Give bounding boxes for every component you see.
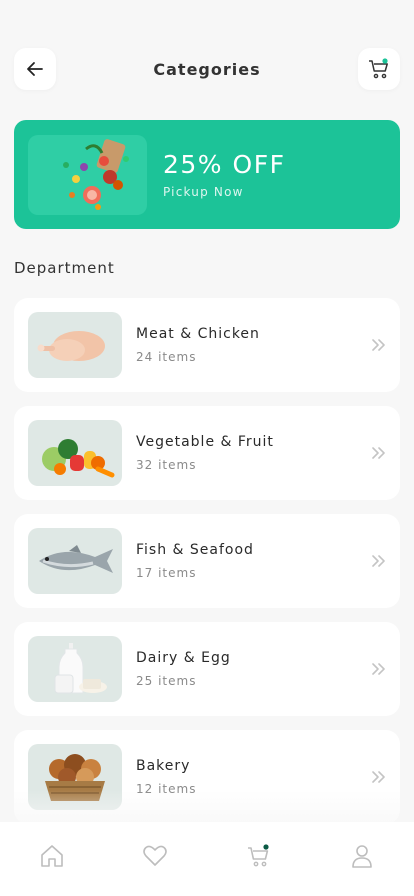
- header: Categories: [14, 48, 400, 90]
- nav-profile[interactable]: [342, 836, 382, 876]
- promo-banner[interactable]: 25% OFF Pickup Now: [14, 120, 400, 229]
- category-name: Meat & Chicken: [136, 326, 260, 342]
- promo-text: 25% OFF Pickup Now: [163, 150, 285, 199]
- category-info: Meat & Chicken 24 items: [136, 326, 260, 364]
- category-count: 25 items: [136, 674, 197, 688]
- category-count: 32 items: [136, 458, 197, 472]
- promo-image: [28, 134, 147, 215]
- category-name: Dairy & Egg: [136, 650, 231, 666]
- nav-home[interactable]: [32, 836, 72, 876]
- category-count: 17 items: [136, 566, 197, 580]
- category-name: Fish & Seafood: [136, 542, 254, 558]
- category-image: [28, 312, 122, 378]
- category-card-meat-chicken[interactable]: Meat & Chicken 24 items: [14, 298, 400, 392]
- category-image: [28, 636, 122, 702]
- promo-subtitle: Pickup Now: [163, 185, 244, 199]
- category-name: Bakery: [136, 758, 191, 774]
- category-info: Vegetable & Fruit 32 items: [136, 434, 274, 472]
- category-count: 24 items: [136, 350, 197, 364]
- category-count: 12 items: [136, 782, 197, 796]
- double-chevron-right-icon: [372, 447, 385, 459]
- category-list: Meat & Chicken 24 items Vegetable & Frui…: [14, 298, 400, 838]
- double-chevron-right-icon: [372, 339, 385, 351]
- user-icon: [352, 845, 373, 868]
- category-name: Vegetable & Fruit: [136, 434, 274, 450]
- section-title: Department: [14, 259, 115, 277]
- bottom-nav: [0, 822, 414, 896]
- category-card-dairy-egg[interactable]: Dairy & Egg 25 items: [14, 622, 400, 716]
- double-chevron-right-icon: [372, 555, 385, 567]
- arrow-left-icon: [27, 62, 43, 76]
- cart-icon: [247, 844, 269, 867]
- category-image: [28, 528, 122, 594]
- double-chevron-right-icon: [372, 771, 385, 783]
- category-image: [28, 744, 122, 810]
- page-title: Categories: [153, 59, 261, 79]
- double-chevron-right-icon: [372, 663, 385, 675]
- category-info: Bakery 12 items: [136, 758, 196, 796]
- category-card-fish-seafood[interactable]: Fish & Seafood 17 items: [14, 514, 400, 608]
- heart-icon: [143, 845, 168, 866]
- category-info: Fish & Seafood 17 items: [136, 542, 254, 580]
- category-info: Dairy & Egg 25 items: [136, 650, 231, 688]
- cart-icon: [368, 58, 388, 79]
- category-image: [28, 420, 122, 486]
- category-card-bakery[interactable]: Bakery 12 items: [14, 730, 400, 824]
- back-button[interactable]: [14, 48, 56, 90]
- category-card-vegetable-fruit[interactable]: Vegetable & Fruit 32 items: [14, 406, 400, 500]
- nav-favorites[interactable]: [135, 836, 175, 876]
- cart-button[interactable]: [357, 48, 400, 90]
- nav-cart[interactable]: [239, 836, 279, 876]
- promo-title: 25% OFF: [163, 150, 286, 179]
- home-icon: [40, 845, 63, 867]
